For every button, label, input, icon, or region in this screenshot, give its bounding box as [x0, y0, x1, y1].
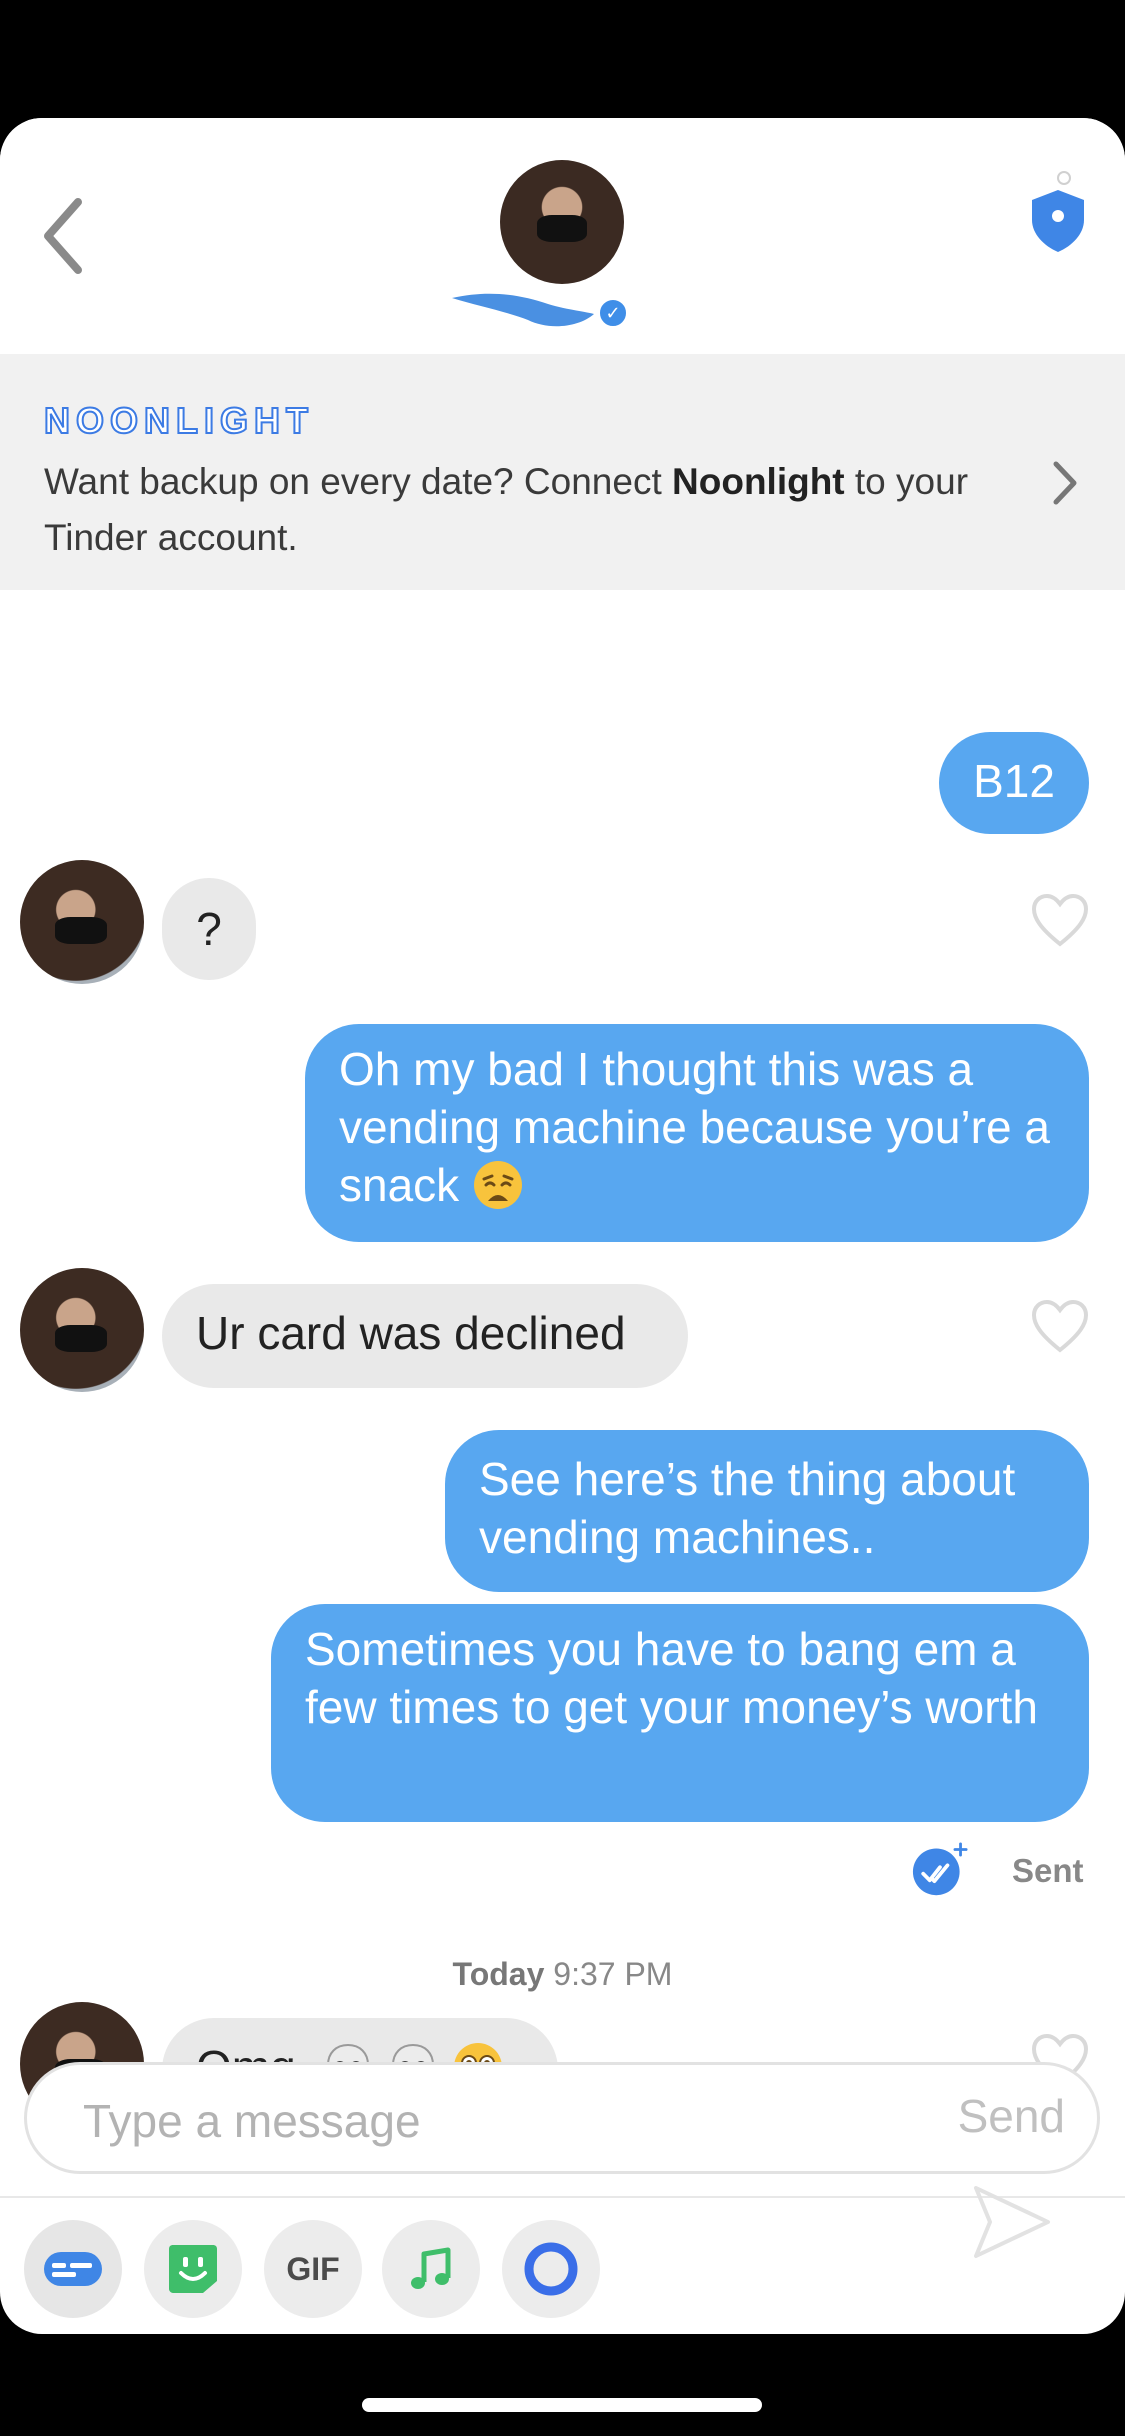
noonlight-banner[interactable]: NOONLIGHT Want backup on every date? Con…: [0, 354, 1125, 590]
gif-button[interactable]: GIF: [264, 2220, 362, 2318]
gif-icon: GIF: [286, 2250, 340, 2287]
message-outgoing[interactable]: B12: [939, 732, 1089, 834]
music-icon: [411, 2247, 451, 2289]
message-timestamp: Today 9:37 PM: [452, 1956, 673, 1992]
messages-button[interactable]: [24, 2220, 122, 2318]
back-chevron-icon[interactable]: [38, 196, 88, 276]
music-button[interactable]: [382, 2220, 480, 2318]
message-outgoing[interactable]: Sometimes you have to bang em a few time…: [271, 1604, 1089, 1822]
home-indicator[interactable]: [362, 2398, 762, 2412]
heart-icon[interactable]: [1030, 1298, 1090, 1354]
message-outgoing[interactable]: See here’s the thing about vending machi…: [445, 1430, 1089, 1592]
loop-button[interactable]: [502, 2220, 600, 2318]
loop-icon: [524, 2242, 578, 2296]
match-avatar-small[interactable]: [20, 860, 144, 984]
match-avatar[interactable]: [500, 160, 624, 284]
chat-header: ✓: [0, 118, 1125, 354]
message-input[interactable]: [83, 2091, 903, 2151]
banner-text: Want backup on every date? Connect Noonl…: [44, 461, 969, 558]
toolbar-divider: [0, 2196, 1125, 2198]
sent-status: Sent: [1012, 1852, 1084, 1889]
verified-badge-icon: ✓: [596, 296, 630, 330]
message-incoming[interactable]: Ur card was declined: [162, 1284, 688, 1388]
message-incoming[interactable]: ?: [162, 878, 256, 980]
match-avatar-small[interactable]: [20, 1268, 144, 1392]
chat-screen: ✓ NOONLIGHT Want backup on every date? C…: [0, 118, 1125, 2334]
heart-icon[interactable]: [1030, 892, 1090, 948]
redacted-name: [452, 293, 594, 327]
send-button[interactable]: Send: [958, 2089, 1065, 2143]
message-outgoing[interactable]: Oh my bad I thought this was a vending m…: [305, 1024, 1089, 1242]
noonlight-logo: NOONLIGHT: [43, 399, 314, 442]
messages-icon: [44, 2252, 102, 2286]
sticker-button[interactable]: [144, 2220, 242, 2318]
chevron-right-icon: [1053, 461, 1077, 505]
send-arrow-icon[interactable]: [972, 2184, 1052, 2260]
sticker-icon: [169, 2245, 217, 2293]
weary-face-emoji-icon: [473, 1161, 522, 1209]
shield-icon[interactable]: [1030, 170, 1086, 252]
message-composer[interactable]: Send: [24, 2062, 1100, 2174]
read-receipt-icon: [912, 1842, 968, 1896]
